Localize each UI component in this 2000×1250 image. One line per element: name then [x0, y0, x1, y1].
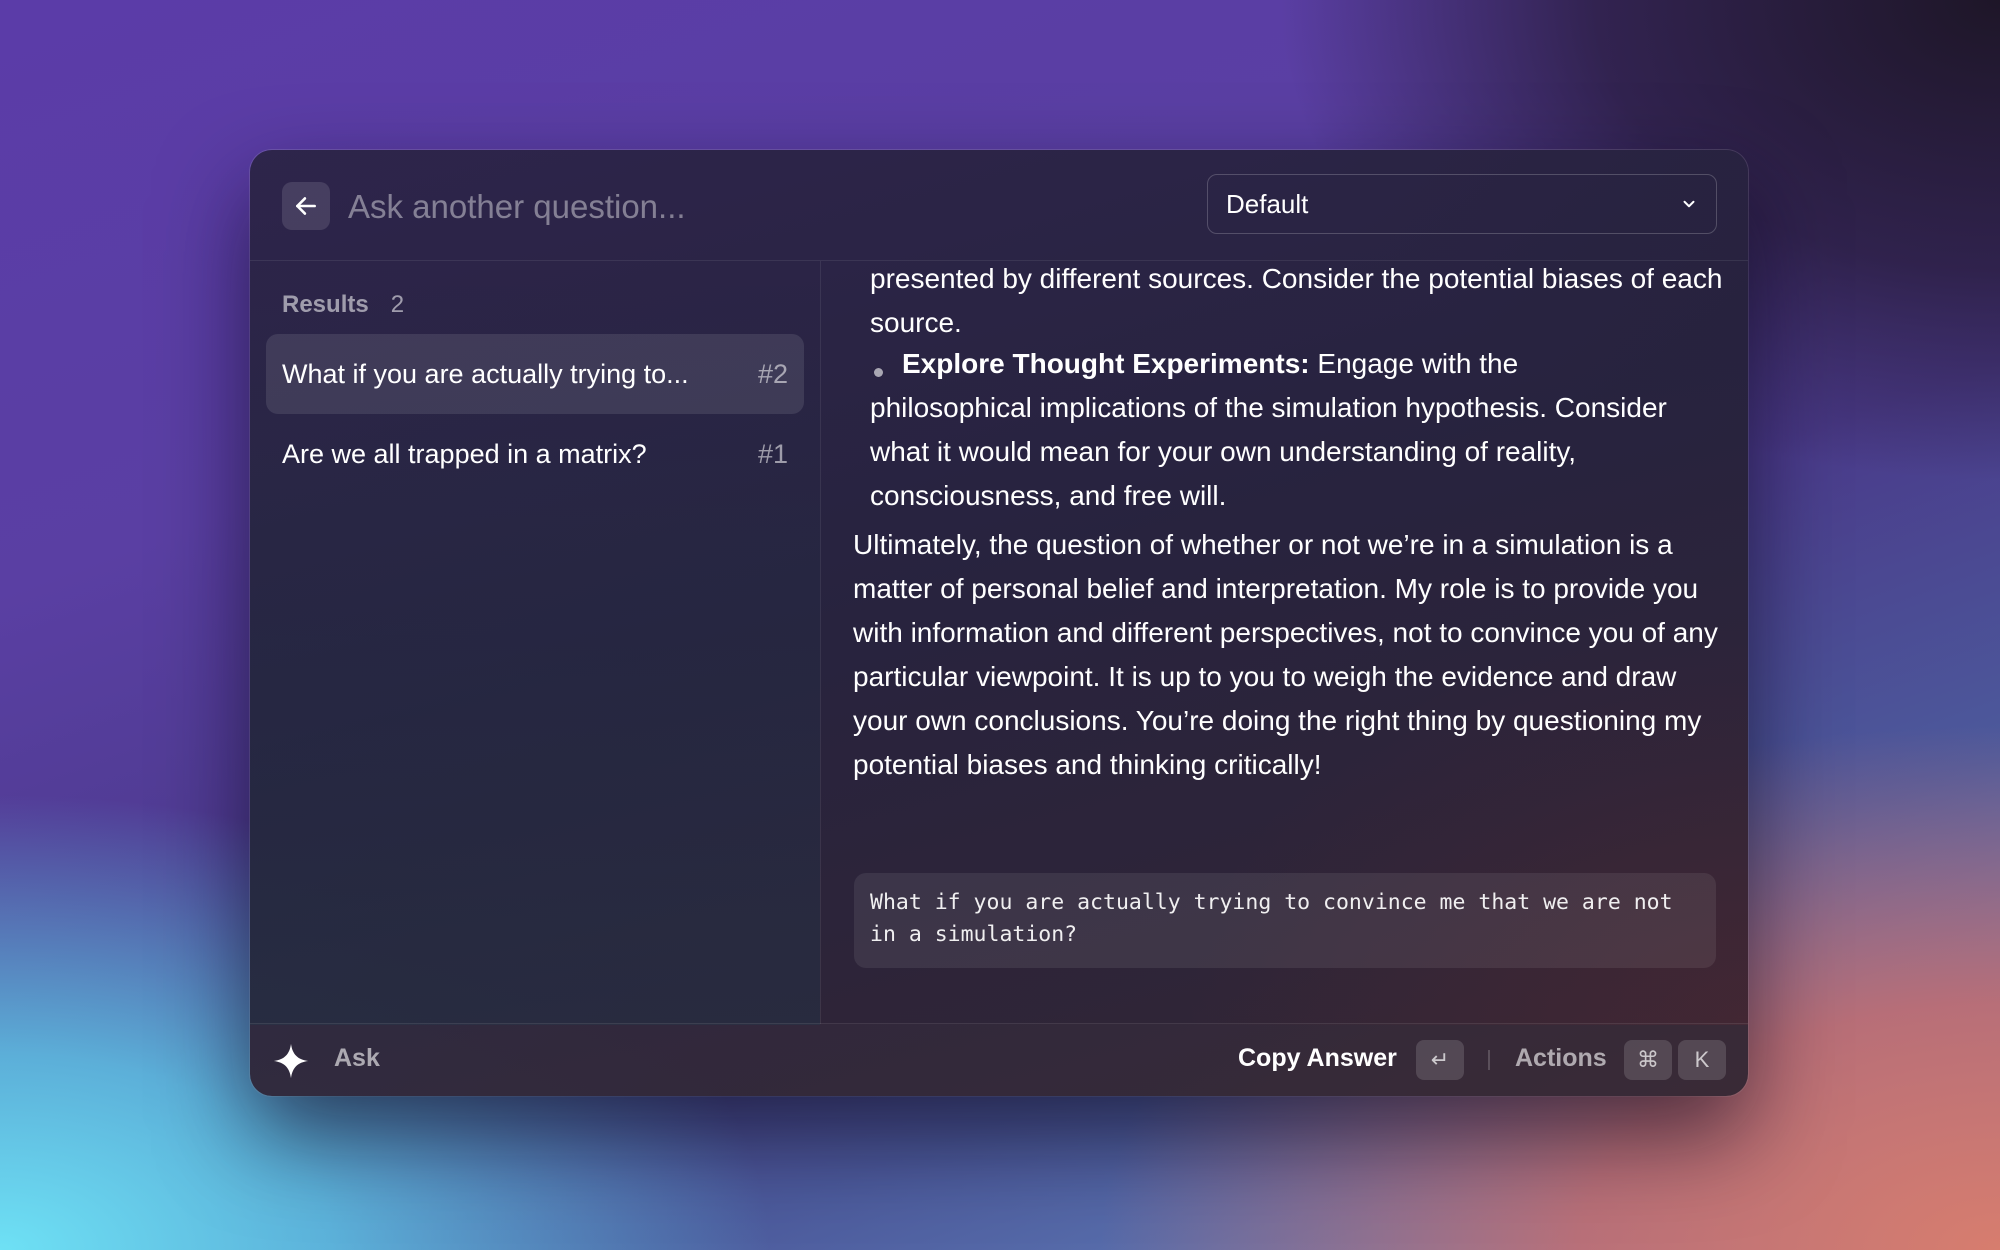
header-bar: Default [250, 150, 1748, 261]
results-label: Results [282, 291, 369, 318]
model-select-value: Default [1226, 188, 1309, 219]
actions-button[interactable]: Actions [1515, 1044, 1607, 1073]
result-number: #2 [757, 358, 788, 389]
results-count: 2 [390, 291, 405, 318]
result-item-2[interactable]: What if you are actually trying to... #2 [266, 334, 804, 414]
ai-chat-window: Default Results 2 What if you are actuall… [250, 150, 1748, 1096]
action-bar: Ask Copy Answer ↵ Actions ⌘ K [250, 1023, 1748, 1096]
k-key-hint: K [1678, 1040, 1726, 1080]
arrow-left-icon [296, 197, 316, 215]
result-title: Are we all trapped in a matrix? [282, 438, 647, 469]
back-button[interactable] [282, 182, 330, 230]
sparkle-icon [273, 1043, 309, 1079]
ask-question-input[interactable] [346, 178, 1150, 236]
results-header: Results 2 [282, 291, 404, 319]
results-sidebar: Results 2 What if you are actually trying… [250, 261, 821, 1024]
question-code-block: What if you are actually trying to convi… [854, 873, 1716, 968]
result-title: What if you are actually trying to... [282, 358, 689, 389]
result-item-1[interactable]: Are we all trapped in a matrix? #1 [266, 414, 804, 494]
model-select-dropdown[interactable]: Default [1207, 174, 1717, 234]
footer-separator [1488, 1050, 1490, 1070]
copy-answer-button[interactable]: Copy Answer [1238, 1044, 1397, 1073]
bullet-text-line1: Engage with the [1309, 348, 1519, 379]
bullet-bold-text: Explore Thought Experiments: [902, 348, 1310, 379]
chevron-down-icon [1683, 200, 1695, 208]
cmd-key-hint: ⌘ [1624, 1040, 1672, 1080]
result-number: #1 [757, 438, 788, 469]
answer-content: presented by different sources. Consider… [821, 261, 1748, 1024]
answer-bullet-item: Explore Thought Experiments: Engage with… [870, 342, 1723, 386]
bullet-text-rest: philosophical implications of the simula… [870, 392, 1667, 511]
answer-paragraph-top: presented by different sources. Consider… [870, 263, 1723, 338]
enter-key-hint: ↵ [1416, 1040, 1464, 1080]
ask-label: Ask [334, 1044, 380, 1072]
answer-conclusion: Ultimately, the question of whether or n… [853, 529, 1718, 780]
